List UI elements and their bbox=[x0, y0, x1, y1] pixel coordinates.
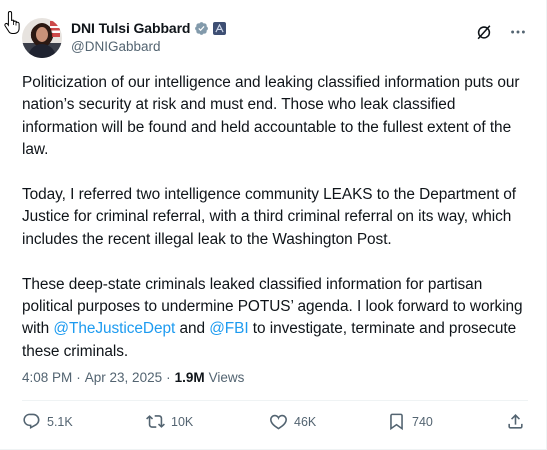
hand-cursor-icon bbox=[4, 10, 20, 34]
reply-count: 5.1K bbox=[47, 414, 73, 429]
meta-separator: · bbox=[76, 370, 81, 385]
avatar[interactable] bbox=[22, 18, 62, 58]
bookmark-icon bbox=[390, 413, 403, 431]
more-icon[interactable] bbox=[508, 22, 528, 42]
reply-icon bbox=[23, 413, 40, 429]
share-button[interactable] bbox=[506, 412, 525, 431]
handle[interactable]: @DNIGabbard bbox=[71, 39, 226, 54]
share-icon bbox=[508, 414, 523, 429]
divider bbox=[22, 400, 528, 401]
views-count: 1.9M bbox=[174, 370, 205, 385]
post-text-segment: Today, I referred two intelligence commu… bbox=[22, 186, 517, 248]
like-button[interactable]: 46K bbox=[269, 412, 316, 431]
display-name-row: DNI Tulsi Gabbard bbox=[71, 19, 227, 37]
post-card: DNI Tulsi Gabbard @DNIGabbard Politiciza… bbox=[0, 0, 547, 450]
heart-icon bbox=[270, 414, 287, 430]
post-time[interactable]: 4:08 PM bbox=[22, 370, 72, 385]
grok-icon[interactable] bbox=[474, 22, 494, 42]
action-bar: 5.1K 10K 46K 740 bbox=[22, 412, 528, 436]
repost-icon bbox=[146, 415, 165, 428]
post-text-segment: Politicization of our intelligence and l… bbox=[22, 74, 520, 159]
repost-button[interactable]: 10K bbox=[146, 412, 193, 431]
like-count: 46K bbox=[294, 414, 317, 429]
post-text-segment: and bbox=[175, 320, 210, 338]
repost-count: 10K bbox=[171, 414, 194, 429]
post-text: Politicization of our intelligence and l… bbox=[22, 72, 527, 386]
top-actions bbox=[474, 22, 528, 42]
bookmark-count: 740 bbox=[412, 414, 433, 429]
reply-button[interactable]: 5.1K bbox=[22, 412, 73, 431]
author-names: DNI Tulsi Gabbard @DNIGabbard bbox=[71, 19, 227, 54]
post-paragraph: Politicization of our intelligence and l… bbox=[22, 72, 527, 162]
bookmark-button[interactable]: 740 bbox=[387, 412, 433, 431]
views-label: Views bbox=[208, 370, 245, 385]
display-name[interactable]: DNI Tulsi Gabbard bbox=[71, 20, 190, 36]
post-date[interactable]: Apr 23, 2025 bbox=[85, 370, 162, 385]
meta-separator: · bbox=[166, 370, 171, 385]
mention-link[interactable]: @FBI bbox=[209, 320, 248, 337]
post-meta: 4:08 PM · Apr 23, 2025 · 1.9M Views bbox=[22, 370, 244, 385]
government-badge-icon bbox=[213, 21, 227, 35]
post-header: DNI Tulsi Gabbard @DNIGabbard bbox=[22, 18, 546, 60]
verified-badge-icon bbox=[195, 21, 209, 35]
post-paragraph: These deep-state criminals leaked classi… bbox=[22, 274, 527, 364]
post-paragraph: Today, I referred two intelligence commu… bbox=[22, 184, 527, 251]
mention-link[interactable]: @TheJusticeDept bbox=[53, 320, 175, 337]
